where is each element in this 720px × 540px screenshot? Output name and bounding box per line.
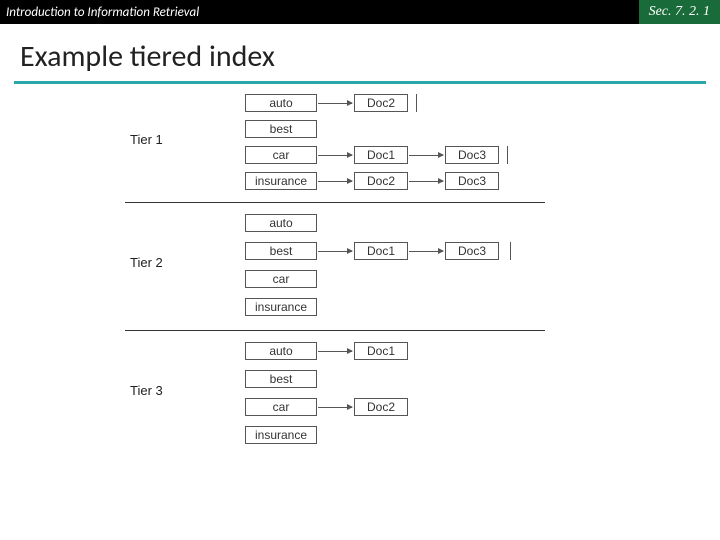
tier-label: Tier 2	[130, 255, 163, 270]
tier-separator	[125, 202, 545, 203]
arrow-icon	[409, 251, 443, 252]
arrow-icon	[318, 155, 352, 156]
arrow-icon	[318, 181, 352, 182]
list-end-tick	[507, 146, 508, 164]
term-box: car	[245, 398, 317, 416]
doc-box: Doc3	[445, 242, 499, 260]
arrow-icon	[409, 181, 443, 182]
doc-box: Doc1	[354, 146, 408, 164]
term-box: auto	[245, 342, 317, 360]
term-box: insurance	[245, 298, 317, 316]
term-box: best	[245, 370, 317, 388]
term-box: auto	[245, 94, 317, 112]
course-title: Introduction to Information Retrieval	[0, 5, 199, 20]
section-number: Sec. 7. 2. 1	[639, 0, 720, 24]
arrow-icon	[318, 407, 352, 408]
tier-label: Tier 3	[130, 383, 163, 398]
term-box: best	[245, 120, 317, 138]
header-bar: Introduction to Information Retrieval Se…	[0, 0, 720, 24]
term-box: auto	[245, 214, 317, 232]
term-box: car	[245, 270, 317, 288]
arrow-icon	[318, 103, 352, 104]
arrow-icon	[318, 251, 352, 252]
term-box: car	[245, 146, 317, 164]
list-end-tick	[510, 242, 511, 260]
doc-box: Doc2	[354, 94, 408, 112]
term-box: best	[245, 242, 317, 260]
tiered-index-diagram: Tier 1 auto Doc2 best car Doc1 Doc3 insu…	[0, 90, 720, 530]
title-underline	[14, 81, 706, 84]
doc-box: Doc2	[354, 398, 408, 416]
doc-box: Doc1	[354, 242, 408, 260]
term-box: insurance	[245, 426, 317, 444]
arrow-icon	[318, 351, 352, 352]
tier-label: Tier 1	[130, 132, 163, 147]
doc-box: Doc2	[354, 172, 408, 190]
doc-box: Doc3	[445, 172, 499, 190]
doc-box: Doc1	[354, 342, 408, 360]
term-box: insurance	[245, 172, 317, 190]
doc-box: Doc3	[445, 146, 499, 164]
tier-separator	[125, 330, 545, 331]
list-end-tick	[416, 94, 417, 112]
page-title: Example tiered index	[0, 24, 720, 81]
arrow-icon	[409, 155, 443, 156]
